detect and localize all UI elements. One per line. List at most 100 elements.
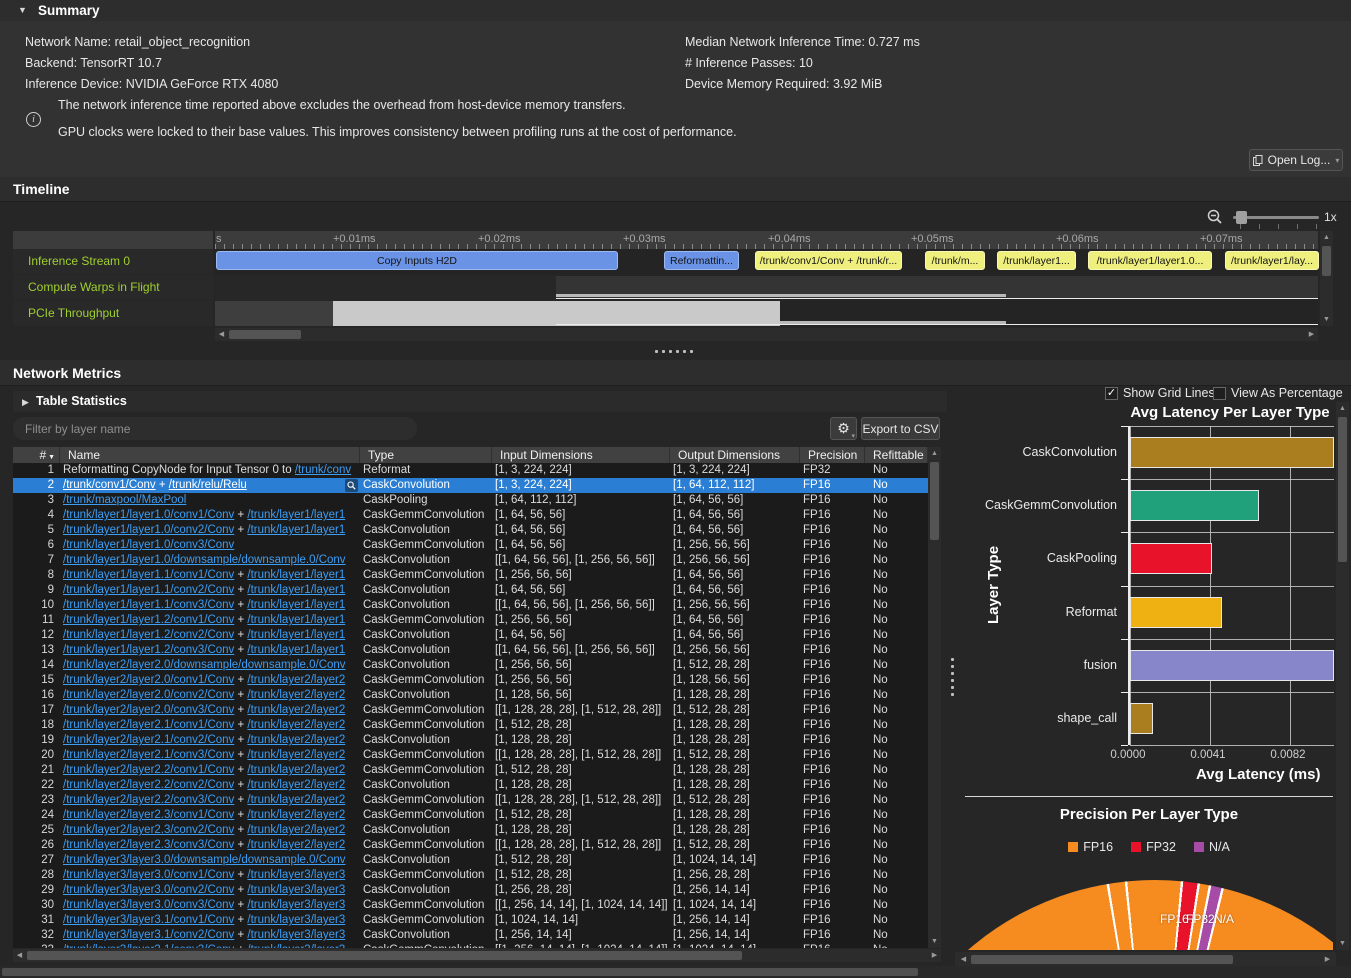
layer-link[interactable]: /trunk/layer2/layer2 xyxy=(247,824,345,836)
timeline-event[interactable]: /trunk/layer1/layer1.0... xyxy=(1088,251,1212,270)
scroll-down-icon[interactable]: ▼ xyxy=(928,935,941,948)
layer-link[interactable]: /trunk/maxpool/MaxPool xyxy=(63,494,186,506)
layer-link[interactable]: /trunk/layer1/layer1.0/conv3/Conv xyxy=(63,539,234,551)
track-label-inference-stream[interactable]: Inference Stream 0 xyxy=(13,249,213,274)
table-row[interactable]: 31/trunk/layer3/layer3.1/conv1/Conv + /t… xyxy=(13,913,928,928)
layer-link[interactable]: /trunk/layer1/layer1 xyxy=(247,599,345,611)
horizontal-splitter-handle[interactable] xyxy=(655,350,693,353)
layer-link[interactable]: /trunk/layer1/layer1.0/conv2/Conv xyxy=(63,524,234,536)
table-row[interactable]: 15/trunk/layer2/layer2.0/conv1/Conv + /t… xyxy=(13,673,928,688)
layer-link[interactable]: /trunk/layer3/layer3.1/conv1/Conv xyxy=(63,914,234,926)
charts-h-scrollbar[interactable]: ◀ ▶ xyxy=(955,952,1336,966)
layer-link[interactable]: /trunk/layer2/layer2.0/conv2/Conv xyxy=(63,689,234,701)
layer-link[interactable]: /trunk/layer1/layer1.0/downsample/downsa… xyxy=(63,554,346,566)
column-header--[interactable]: # ▼ xyxy=(13,447,60,463)
table-row[interactable]: 17/trunk/layer2/layer2.0/conv3/Conv + /t… xyxy=(13,703,928,718)
scroll-up-icon[interactable]: ▲ xyxy=(1336,402,1349,415)
layer-link[interactable]: /trunk/layer3/layer3 xyxy=(247,884,345,896)
scroll-right-icon[interactable]: ▶ xyxy=(928,949,941,962)
table-statistics-band[interactable]: ▶ Table Statistics xyxy=(13,391,947,412)
layer-link[interactable]: /trunk/layer2/layer2.3/conv1/Conv xyxy=(63,809,234,821)
table-row[interactable]: 4/trunk/layer1/layer1.0/conv1/Conv + /tr… xyxy=(13,508,928,523)
open-log-button[interactable]: Open Log... ▾ xyxy=(1249,149,1343,171)
layer-link[interactable]: /trunk/layer2/layer2.0/downsample/downsa… xyxy=(63,659,346,671)
layer-link[interactable]: /trunk/layer2/layer2 xyxy=(247,704,345,716)
layer-link[interactable]: /trunk/layer2/layer2 xyxy=(247,809,345,821)
layer-link[interactable]: /trunk/layer3/layer3.0/conv2/Conv xyxy=(63,884,234,896)
table-row[interactable]: 5/trunk/layer1/layer1.0/conv2/Conv + /tr… xyxy=(13,523,928,538)
timeline-event[interactable]: /trunk/layer1... xyxy=(997,251,1076,270)
timeline-v-scrollbar-handle[interactable] xyxy=(1322,246,1331,276)
layer-link[interactable]: /trunk/layer3/layer3.1/conv3/Conv xyxy=(63,944,234,948)
layer-link[interactable]: /trunk/layer1/layer1 xyxy=(247,569,345,581)
scroll-right-icon[interactable]: ▶ xyxy=(1305,328,1318,341)
table-row[interactable]: 26/trunk/layer2/layer2.3/conv3/Conv + /t… xyxy=(13,838,928,853)
layer-link[interactable]: /trunk/layer2/layer2.0/conv1/Conv xyxy=(63,674,234,686)
layer-link[interactable]: /trunk/layer2/layer2.3/conv2/Conv xyxy=(63,824,234,836)
layer-link[interactable]: /trunk/layer1/layer1.2/conv1/Conv xyxy=(63,614,234,626)
timeline-v-scrollbar[interactable]: ▲ ▼ xyxy=(1320,231,1333,326)
column-header-refittable[interactable]: Refittable xyxy=(865,447,928,463)
scroll-up-icon[interactable]: ▲ xyxy=(928,447,941,460)
layer-link[interactable]: /trunk/layer2/layer2 xyxy=(247,719,345,731)
export-csv-button[interactable]: Export to CSV xyxy=(861,417,940,440)
layer-link[interactable]: /trunk/conv1/Conv xyxy=(63,479,156,491)
column-header-input-dimensions[interactable]: Input Dimensions xyxy=(492,447,670,463)
table-row[interactable]: 8/trunk/layer1/layer1.1/conv1/Conv + /tr… xyxy=(13,568,928,583)
layer-link[interactable]: /trunk/layer2/layer2.1/conv1/Conv xyxy=(63,719,234,731)
table-row[interactable]: 7/trunk/layer1/layer1.0/downsample/downs… xyxy=(13,553,928,568)
table-row[interactable]: 1Reformatting CopyNode for Input Tensor … xyxy=(13,463,928,478)
table-row[interactable]: 29/trunk/layer3/layer3.0/conv2/Conv + /t… xyxy=(13,883,928,898)
table-v-scrollbar[interactable]: ▲ ▼ xyxy=(928,447,941,948)
layer-link[interactable]: /trunk/layer1/layer1 xyxy=(247,509,345,521)
layer-link[interactable]: /trunk/layer2/layer2.3/conv3/Conv xyxy=(63,839,234,851)
scroll-left-icon[interactable]: ◀ xyxy=(215,328,228,341)
charts-v-scrollbar[interactable]: ▲ ▼ xyxy=(1336,402,1349,950)
table-row[interactable]: 14/trunk/layer2/layer2.0/downsample/down… xyxy=(13,658,928,673)
layer-link[interactable]: /trunk/layer1/layer1.1/conv3/Conv xyxy=(63,599,234,611)
timeline-ruler[interactable]: -1ss+0.01ms+0.02ms+0.03ms+0.04ms+0.05ms+… xyxy=(215,231,1318,249)
table-settings-button[interactable]: ⚙ ▾ xyxy=(830,417,857,440)
table-row[interactable]: 28/trunk/layer3/layer3.0/conv1/Conv + /t… xyxy=(13,868,928,883)
column-header-output-dimensions[interactable]: Output Dimensions xyxy=(670,447,800,463)
table-row[interactable]: 21/trunk/layer2/layer2.2/conv1/Conv + /t… xyxy=(13,763,928,778)
timeline-zoom-slider-handle[interactable] xyxy=(1236,211,1247,224)
layer-link[interactable]: /trunk/layer1/layer1.2/conv2/Conv xyxy=(63,629,234,641)
table-row[interactable]: 33/trunk/layer3/layer3.1/conv3/Conv + /t… xyxy=(13,943,928,948)
layer-link[interactable]: /trunk/layer2/layer2 xyxy=(247,764,345,776)
timeline-event[interactable]: Copy Inputs H2D xyxy=(216,251,618,270)
layer-link[interactable]: /trunk/layer2/layer2.2/conv3/Conv xyxy=(63,794,234,806)
table-row[interactable]: 30/trunk/layer3/layer3.0/conv3/Conv + /t… xyxy=(13,898,928,913)
layer-link[interactable]: /trunk/layer3/layer3 xyxy=(247,914,345,926)
table-row[interactable]: 11/trunk/layer1/layer1.2/conv1/Conv + /t… xyxy=(13,613,928,628)
table-row[interactable]: 13/trunk/layer1/layer1.2/conv3/Conv + /t… xyxy=(13,643,928,658)
layer-link[interactable]: /trunk/relu/Relu xyxy=(169,479,247,491)
layer-link[interactable]: /trunk/layer1/layer1.1/conv1/Conv xyxy=(63,569,234,581)
expand-icon[interactable]: ▶ xyxy=(22,397,29,408)
layer-link[interactable]: /trunk/layer2/layer2.2/conv2/Conv xyxy=(63,779,234,791)
layer-link[interactable]: /trunk/layer2/layer2 xyxy=(247,734,345,746)
layer-link[interactable]: /trunk/layer1/layer1 xyxy=(247,524,345,536)
collapse-icon[interactable]: ▼ xyxy=(18,5,27,15)
view-as-percentage-checkbox[interactable] xyxy=(1213,387,1226,400)
table-row[interactable]: 16/trunk/layer2/layer2.0/conv2/Conv + /t… xyxy=(13,688,928,703)
table-h-scrollbar[interactable]: ◀ ▶ xyxy=(13,949,941,962)
charts-h-scrollbar-handle[interactable] xyxy=(971,955,1233,964)
layer-link[interactable]: /trunk/layer2/layer2 xyxy=(247,839,345,851)
timeline-h-scrollbar[interactable]: ◀ ▶ xyxy=(215,328,1318,341)
layer-link[interactable]: /trunk/layer3/layer3 xyxy=(247,944,345,948)
layer-link[interactable]: /trunk/layer2/layer2 xyxy=(247,749,345,761)
layer-link[interactable]: /trunk/layer1/layer1.0/conv1/Conv xyxy=(63,509,234,521)
track-label-compute-warps[interactable]: Compute Warps in Flight xyxy=(13,275,213,300)
timeline-event[interactable]: /trunk/conv1/Conv + /trunk/r... xyxy=(755,251,902,270)
scroll-up-icon[interactable]: ▲ xyxy=(1320,231,1333,244)
table-v-scrollbar-handle[interactable] xyxy=(930,462,939,540)
table-row[interactable]: 9/trunk/layer1/layer1.1/conv2/Conv + /tr… xyxy=(13,583,928,598)
layer-link[interactable]: /trunk/layer3/layer3 xyxy=(247,899,345,911)
layer-link[interactable]: /trunk/layer3/layer3.1/conv2/Conv xyxy=(63,929,234,941)
table-row[interactable]: 24/trunk/layer2/layer2.3/conv1/Conv + /t… xyxy=(13,808,928,823)
table-row[interactable]: 25/trunk/layer2/layer2.3/conv2/Conv + /t… xyxy=(13,823,928,838)
page-h-scrollbar[interactable] xyxy=(0,966,1351,978)
zoom-out-icon[interactable] xyxy=(1206,208,1224,226)
layer-link[interactable]: /trunk/layer2/layer2.1/conv3/Conv xyxy=(63,749,234,761)
